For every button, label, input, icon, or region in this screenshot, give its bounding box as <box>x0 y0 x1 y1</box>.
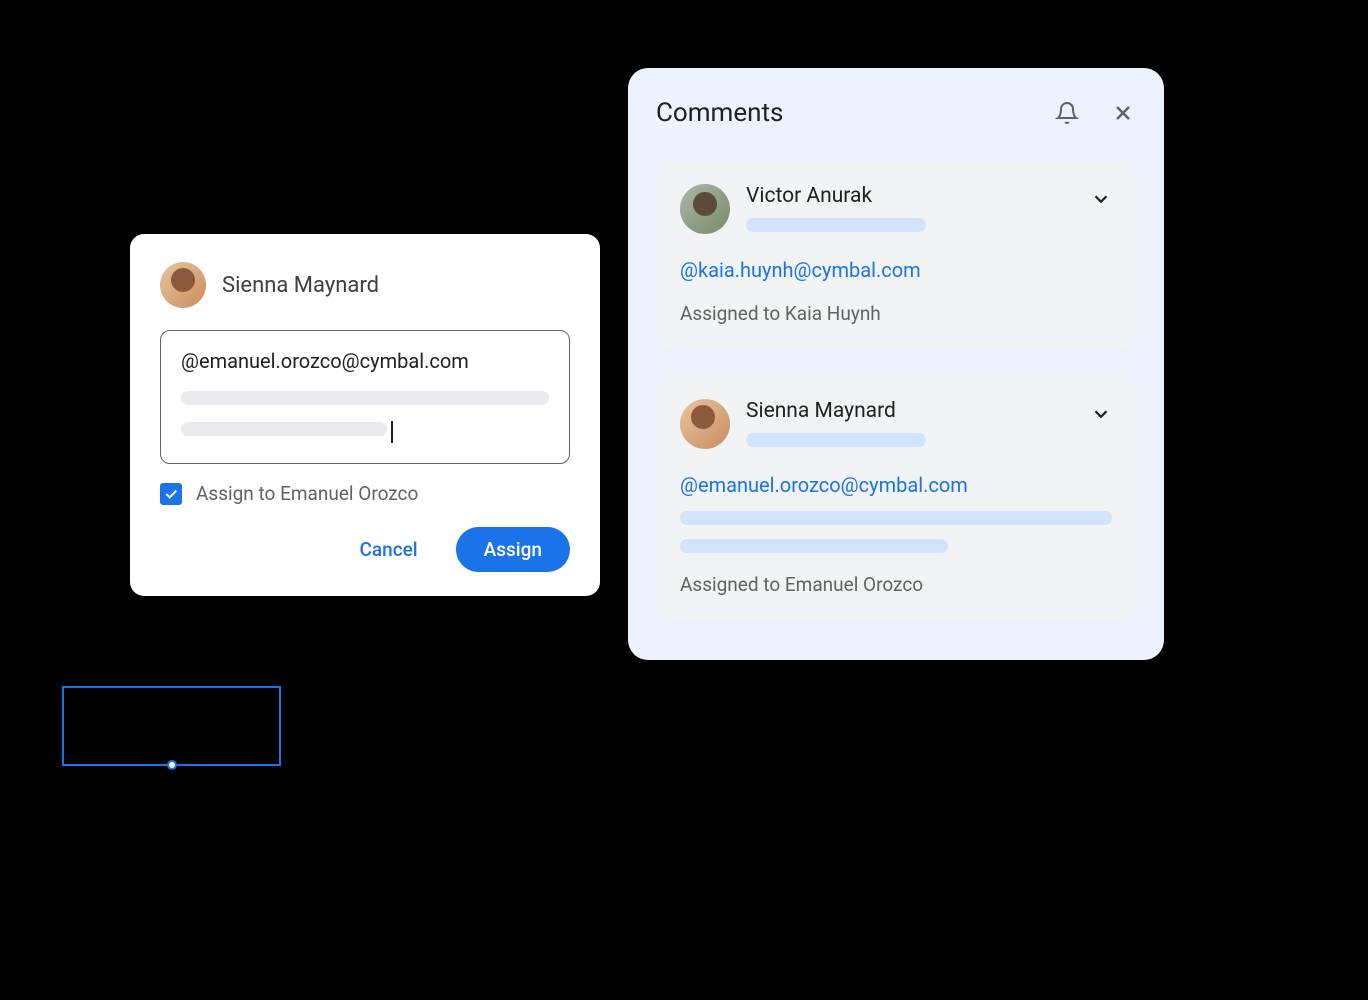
chevron-down-icon <box>1090 188 1112 210</box>
placeholder-line <box>746 433 926 447</box>
placeholder-line <box>746 218 926 232</box>
assign-checkbox-row[interactable]: Assign to Emanuel Orozco <box>160 482 570 505</box>
notifications-button[interactable] <box>1054 100 1080 126</box>
avatar <box>160 262 206 308</box>
avatar <box>680 399 730 449</box>
close-button[interactable] <box>1110 100 1136 126</box>
comment-card-header: Victor Anurak <box>680 184 1112 234</box>
dialog-buttons: Cancel Assign <box>160 527 570 572</box>
text-cursor <box>391 421 393 443</box>
placeholder-line <box>181 391 549 405</box>
new-comment-dialog: Sienna Maynard @emanuel.orozco@cymbal.co… <box>130 234 600 596</box>
comment-textbox[interactable]: @emanuel.orozco@cymbal.com <box>160 330 570 464</box>
comment-author-name: Victor Anurak <box>746 184 1074 208</box>
assign-checkbox[interactable] <box>160 483 182 505</box>
expand-button[interactable] <box>1090 188 1112 214</box>
assign-button[interactable]: Assign <box>456 527 570 572</box>
close-icon <box>1111 101 1135 125</box>
expand-button[interactable] <box>1090 403 1112 429</box>
new-comment-header: Sienna Maynard <box>160 262 570 308</box>
cancel-button[interactable]: Cancel <box>331 527 445 572</box>
comments-panel-title: Comments <box>656 98 1024 128</box>
chevron-down-icon <box>1090 403 1112 425</box>
comment-author-name: Sienna Maynard <box>222 273 379 298</box>
comment-card-header: Sienna Maynard <box>680 399 1112 449</box>
comments-panel-header: Comments <box>656 98 1136 128</box>
comment-card[interactable]: Sienna Maynard @emanuel.orozco@cymbal.co… <box>656 377 1136 620</box>
mention-link[interactable]: @kaia.huynh@cymbal.com <box>680 258 1112 282</box>
comments-panel: Comments Victor Anurak @kaia.huynh@cym <box>628 68 1164 660</box>
assigned-to-text: Assigned to Emanuel Orozco <box>680 573 1112 596</box>
comment-author-name: Sienna Maynard <box>746 399 1074 423</box>
avatar <box>680 184 730 234</box>
cell-selection-box <box>62 686 281 766</box>
comment-card[interactable]: Victor Anurak @kaia.huynh@cymbal.com Ass… <box>656 162 1136 349</box>
check-icon <box>163 486 179 502</box>
mention-text: @emanuel.orozco@cymbal.com <box>181 349 549 373</box>
assigned-to-text: Assigned to Kaia Huynh <box>680 302 1112 325</box>
placeholder-line <box>680 539 948 553</box>
selection-handle[interactable] <box>167 760 177 770</box>
assign-checkbox-label: Assign to Emanuel Orozco <box>196 482 418 505</box>
placeholder-line <box>680 511 1112 525</box>
placeholder-line <box>181 422 387 436</box>
mention-link[interactable]: @emanuel.orozco@cymbal.com <box>680 473 1112 497</box>
bell-icon <box>1055 101 1079 125</box>
